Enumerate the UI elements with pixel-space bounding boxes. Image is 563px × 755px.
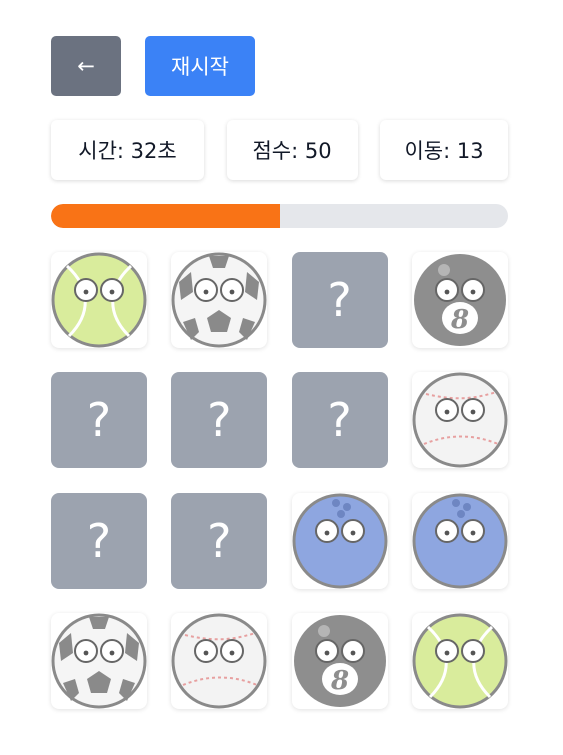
- card-hidden[interactable]: ?: [171, 372, 268, 469]
- bowling-ball-icon: [412, 493, 508, 589]
- card-hidden[interactable]: ?: [171, 492, 268, 589]
- card-revealed[interactable]: [411, 492, 508, 589]
- score-stat: 점수: 50: [226, 120, 358, 180]
- question-mark-icon: ?: [207, 393, 232, 448]
- stats-bar: 시간: 32초 점수: 50 이동: 13: [51, 120, 508, 180]
- card-grid: ? 8 ??? ?? 8: [51, 252, 508, 709]
- card-revealed[interactable]: [171, 612, 268, 709]
- card-hidden[interactable]: ?: [51, 372, 147, 469]
- tennis-ball-icon: [51, 252, 147, 348]
- progress-bar: [51, 204, 508, 228]
- baseball-ball-icon: [412, 372, 508, 468]
- arrow-left-icon: ←: [77, 54, 95, 78]
- question-mark-icon: ?: [207, 513, 232, 568]
- svg-text:8: 8: [330, 666, 349, 696]
- card-revealed[interactable]: [171, 252, 268, 348]
- card-revealed[interactable]: 8: [291, 612, 388, 709]
- progress-fill: [51, 204, 280, 228]
- time-stat: 시간: 32초: [51, 120, 204, 180]
- soccer-ball-icon: [171, 252, 267, 348]
- back-button[interactable]: ←: [51, 36, 121, 96]
- card-revealed[interactable]: [51, 612, 147, 709]
- card-revealed[interactable]: 8: [411, 252, 508, 348]
- tennis-ball-icon: [412, 613, 508, 709]
- moves-stat: 이동: 13: [380, 120, 508, 180]
- billiard-8-ball-icon: 8: [292, 613, 388, 709]
- question-mark-icon: ?: [327, 393, 352, 448]
- billiard-8-ball-icon: 8: [412, 252, 508, 348]
- card-hidden[interactable]: ?: [291, 372, 388, 469]
- card-revealed[interactable]: [411, 372, 508, 469]
- card-hidden[interactable]: ?: [51, 492, 147, 589]
- card-revealed[interactable]: [291, 492, 388, 589]
- question-mark-icon: ?: [86, 393, 112, 448]
- toolbar: ← 재시작: [51, 36, 255, 96]
- question-mark-icon: ?: [327, 273, 352, 327]
- card-revealed[interactable]: [51, 252, 147, 348]
- restart-button[interactable]: 재시작: [145, 36, 255, 96]
- soccer-ball-icon: [51, 613, 147, 709]
- baseball-ball-icon: [171, 613, 267, 709]
- svg-text:8: 8: [450, 305, 469, 335]
- card-revealed[interactable]: [411, 612, 508, 709]
- question-mark-icon: ?: [86, 513, 112, 568]
- bowling-ball-icon: [292, 493, 388, 589]
- card-hidden[interactable]: ?: [291, 252, 388, 348]
